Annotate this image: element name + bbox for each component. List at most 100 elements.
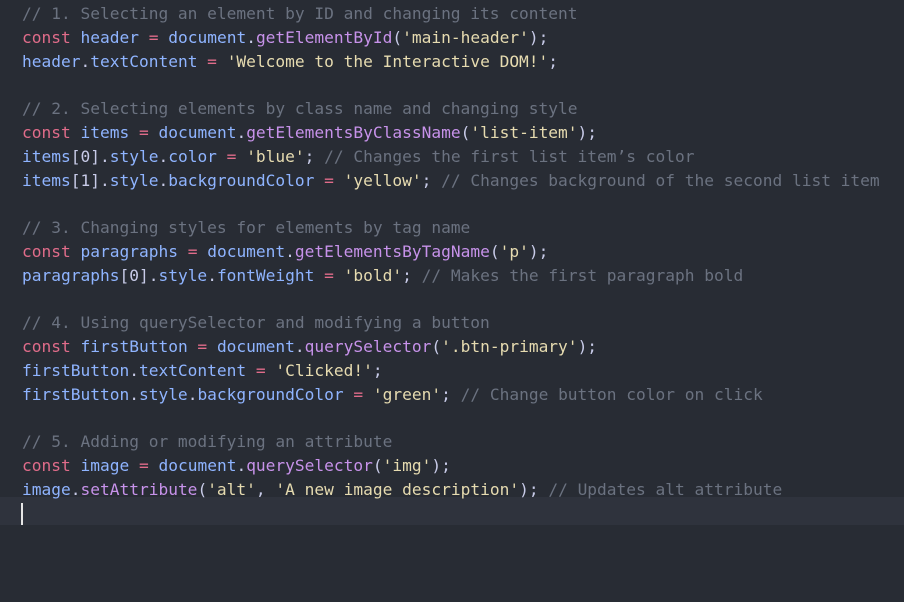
- code-line[interactable]: const header = document.getElementById('…: [22, 26, 880, 50]
- code-identifier: textContent: [138, 360, 247, 380]
- code-identifier: document: [158, 122, 237, 142]
- code-string: 'img': [382, 456, 432, 476]
- code-identifier: paragraphs: [22, 265, 120, 285]
- code-punctuation: ;: [372, 360, 383, 380]
- code-keyword: const: [22, 456, 71, 476]
- code-line[interactable]: paragraphs[0].style.fontWeight = 'bold';…: [22, 264, 880, 288]
- code-identifier: image: [80, 456, 130, 476]
- code-line[interactable]: const image = document.querySelector('im…: [22, 454, 880, 478]
- code-punctuation: );: [431, 456, 451, 476]
- code-string: 'bold': [343, 265, 403, 285]
- code-identifier: fontWeight: [216, 265, 315, 285]
- code-operator: =: [187, 337, 217, 357]
- code-punctuation: ;: [304, 146, 325, 166]
- code-punctuation: );: [528, 241, 549, 261]
- code-editor[interactable]: // 1. Selecting an element by ID and cha…: [0, 0, 904, 602]
- code-punctuation: (: [197, 479, 208, 499]
- code-operator: =: [246, 360, 276, 380]
- code-punctuation: .: [158, 170, 169, 190]
- code-line[interactable]: firstButton.style.backgroundColor = 'gre…: [22, 383, 880, 407]
- code-line[interactable]: firstButton.textContent = 'Clicked!';: [22, 359, 880, 383]
- code-identifier: document: [207, 241, 286, 261]
- code-identifier: items: [22, 170, 71, 190]
- code-function: getElementById: [255, 27, 393, 47]
- code-string: 'main-header': [402, 27, 529, 47]
- code-operator: =: [138, 27, 169, 47]
- code-comment: // Makes the first paragraph bold: [421, 265, 744, 285]
- code-identifier: firstButton: [22, 360, 130, 380]
- code-punctuation: .: [129, 384, 139, 404]
- code-line[interactable]: const paragraphs = document.getElementsB…: [22, 240, 880, 264]
- code-identifier: backgroundColor: [197, 384, 344, 404]
- code-punctuation: [0].: [119, 265, 159, 285]
- code-punctuation: .: [207, 265, 217, 285]
- code-comment: // 3. Changing styles for elements by ta…: [22, 218, 471, 238]
- code-comment: // Change button color on click: [460, 384, 763, 404]
- code-identifier: firstButton: [22, 384, 130, 404]
- code-punctuation: );: [519, 479, 549, 499]
- code-string: '.btn-primary': [441, 337, 578, 357]
- code-identifier: style: [158, 265, 208, 285]
- code-line[interactable]: [22, 192, 880, 216]
- code-operator: =: [314, 265, 344, 285]
- code-string: 'list-item': [470, 122, 578, 142]
- code-line[interactable]: // 3. Changing styles for elements by ta…: [22, 216, 880, 240]
- code-punctuation: (: [460, 122, 471, 142]
- code-operator: =: [314, 170, 344, 190]
- code-identifier: firstButton: [80, 337, 188, 357]
- code-area[interactable]: // 1. Selecting an element by ID and cha…: [21, 2, 880, 526]
- code-identifier: textContent: [90, 51, 198, 71]
- code-identifier: items: [22, 146, 71, 166]
- code-punctuation: .: [187, 384, 198, 404]
- code-line[interactable]: // 2. Selecting elements by class name a…: [22, 97, 880, 121]
- code-line[interactable]: // 5. Adding or modifying an attribute: [22, 430, 880, 454]
- code-string: 'blue': [246, 146, 305, 166]
- code-line[interactable]: [22, 288, 880, 312]
- code-line[interactable]: const firstButton = document.querySelect…: [22, 335, 880, 359]
- code-punctuation: .: [285, 241, 295, 261]
- code-keyword: const: [22, 337, 71, 357]
- code-line[interactable]: // 1. Selecting an element by ID and cha…: [22, 2, 880, 26]
- code-line[interactable]: const items = document.getElementsByClas…: [22, 121, 880, 145]
- code-punctuation: .: [294, 337, 305, 357]
- code-identifier: image: [22, 479, 71, 499]
- code-identifier: style: [138, 384, 188, 404]
- code-line[interactable]: [22, 73, 880, 97]
- code-string: 'Clicked!': [275, 360, 373, 380]
- code-punctuation: (: [372, 456, 383, 476]
- code-punctuation: (: [392, 27, 403, 47]
- code-string: 'A new image description': [275, 479, 520, 499]
- code-keyword: const: [22, 241, 71, 261]
- code-punctuation: );: [577, 122, 598, 142]
- code-line[interactable]: items[1].style.backgroundColor = 'yellow…: [22, 169, 880, 193]
- code-identifier: style: [109, 170, 159, 190]
- code-line[interactable]: header.textContent = 'Welcome to the Int…: [22, 50, 880, 74]
- code-identifier: backgroundColor: [168, 170, 315, 190]
- code-punctuation: ;: [441, 384, 461, 404]
- code-line[interactable]: items[0].style.color = 'blue'; // Change…: [22, 145, 880, 169]
- code-keyword: const: [22, 122, 71, 142]
- code-line[interactable]: [22, 407, 880, 431]
- code-punctuation: ;: [402, 265, 422, 285]
- code-comment: // 2. Selecting elements by class name a…: [22, 99, 578, 119]
- code-line[interactable]: // 4. Using querySelector and modifying …: [22, 311, 880, 335]
- code-punctuation: .: [236, 122, 247, 142]
- code-punctuation: (: [489, 241, 500, 261]
- code-punctuation: .: [246, 27, 256, 47]
- code-comment: // 1. Selecting an element by ID and cha…: [22, 4, 578, 23]
- code-comment: // Updates alt attribute: [548, 479, 783, 499]
- code-comment: // Changes background of the second list…: [441, 170, 880, 190]
- code-operator: =: [129, 456, 159, 476]
- code-punctuation: ,: [255, 479, 276, 499]
- code-line[interactable]: [21, 502, 880, 526]
- code-string: 'Welcome to the Interactive DOM!': [226, 51, 549, 71]
- code-line[interactable]: image.setAttribute('alt', 'A new image d…: [22, 478, 880, 502]
- code-identifier: items: [80, 122, 130, 142]
- code-punctuation: );: [577, 337, 598, 357]
- code-identifier: color: [168, 146, 217, 166]
- code-punctuation: (: [431, 337, 442, 357]
- text-cursor: [21, 503, 23, 526]
- code-string: 'alt': [207, 479, 256, 499]
- code-punctuation: .: [129, 360, 139, 380]
- code-comment: // Changes the first list item’s color: [324, 146, 695, 166]
